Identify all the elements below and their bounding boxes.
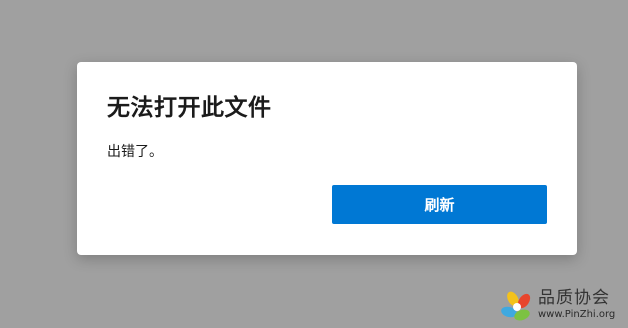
watermark-url: www.PinZhi.org	[538, 309, 616, 320]
watermark-title: 品质协会	[538, 288, 610, 308]
refresh-button[interactable]: 刷新	[332, 185, 547, 224]
dialog-message: 出错了。	[107, 144, 163, 160]
dialog-title: 无法打开此文件	[107, 95, 272, 121]
watermark: 品质协会 www.PinZhi.org	[500, 288, 624, 324]
error-dialog: 无法打开此文件 出错了。 刷新	[77, 62, 577, 255]
pinzhi-logo-icon	[501, 291, 531, 321]
